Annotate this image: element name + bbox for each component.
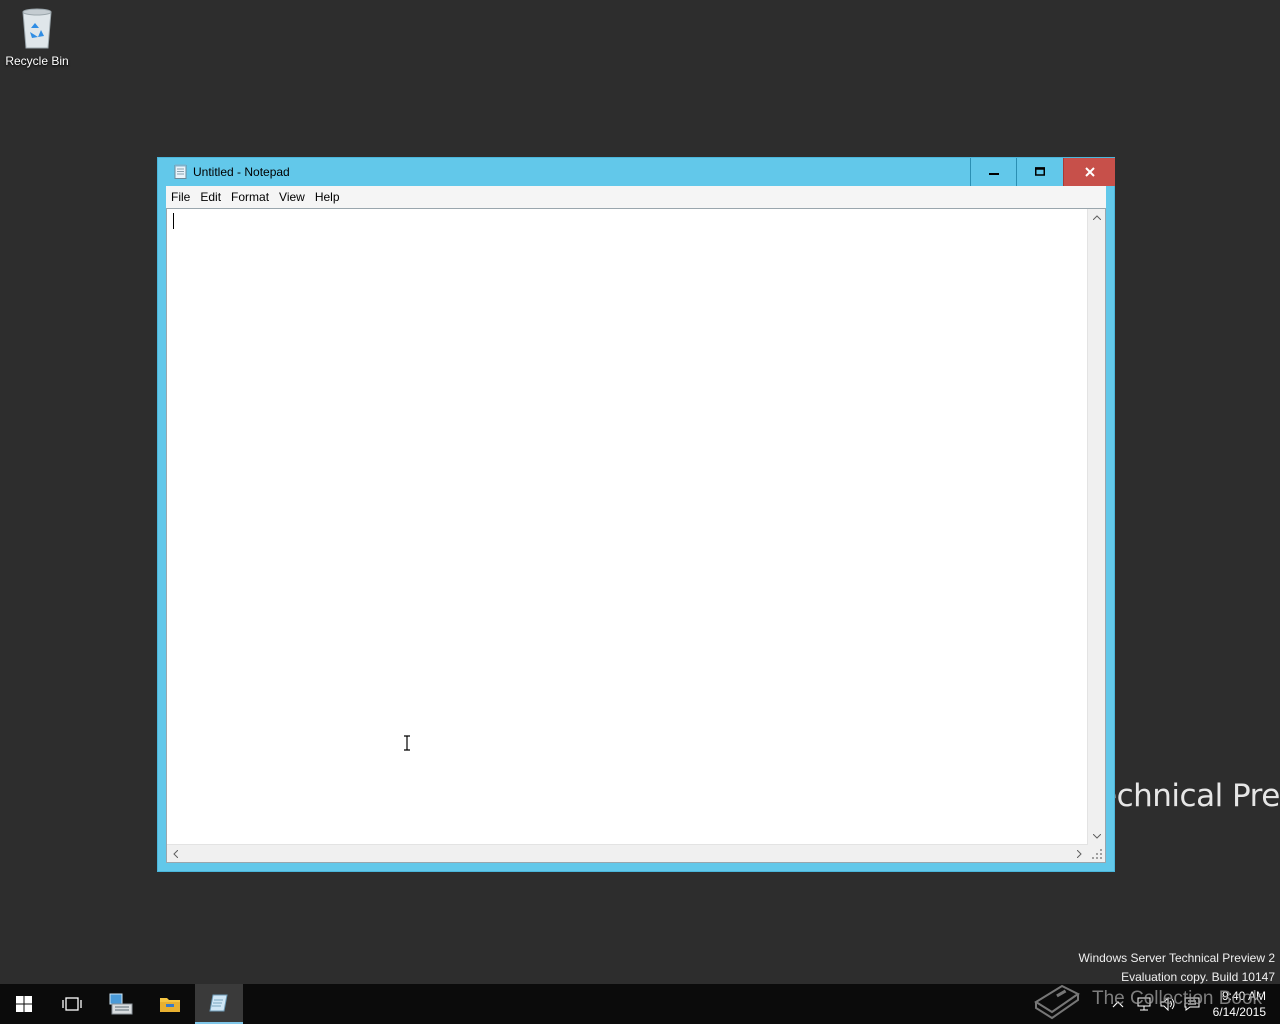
notepad-window: Untitled - Notepad File Edit Format View… <box>157 157 1115 872</box>
size-grip[interactable] <box>1088 845 1105 862</box>
taskbar: 9:40 AM 6/14/2015 <box>0 984 1280 1024</box>
server-manager-button[interactable] <box>97 984 145 1024</box>
notepad-taskbar-button[interactable] <box>195 984 243 1024</box>
menu-file[interactable]: File <box>166 186 195 208</box>
menu-view[interactable]: View <box>274 186 310 208</box>
folder-icon <box>160 998 180 1012</box>
scroll-down-button[interactable] <box>1088 828 1105 845</box>
chevron-up-icon <box>1092 215 1101 220</box>
watermark-line-1: Windows Server Technical Preview 2 <box>1078 951 1275 965</box>
book-watermark-text: The Collection Book <box>1092 988 1263 1009</box>
server-manager-icon <box>109 993 133 1015</box>
close-button[interactable] <box>1063 158 1115 186</box>
start-button[interactable] <box>0 984 48 1024</box>
menu-edit[interactable]: Edit <box>195 186 226 208</box>
window-title: Untitled - Notepad <box>193 165 290 179</box>
scroll-right-button[interactable] <box>1071 845 1088 862</box>
task-view-button[interactable] <box>48 984 96 1024</box>
os-watermark: Windows Server Technical Preview 2 Evalu… <box>1078 949 1275 987</box>
scroll-up-button[interactable] <box>1088 209 1105 226</box>
task-view-icon <box>62 997 82 1011</box>
menu-format[interactable]: Format <box>226 186 274 208</box>
notepad-app-icon[interactable] <box>174 164 187 184</box>
menu-bar: File Edit Format View Help <box>166 186 1106 208</box>
menu-help[interactable]: Help <box>310 186 345 208</box>
horizontal-scrollbar[interactable] <box>167 844 1088 862</box>
chevron-down-icon <box>1092 834 1101 839</box>
recycle-bin-label: Recycle Bin <box>5 54 69 68</box>
wallpaper-text: echnical Prev <box>1098 778 1280 814</box>
recycle-bin-icon <box>22 8 52 49</box>
desktop-icon-recycle-bin[interactable]: Recycle Bin <box>4 6 70 68</box>
text-caret <box>173 213 174 229</box>
maximize-button[interactable] <box>1016 158 1063 186</box>
text-editor[interactable] <box>166 208 1106 863</box>
minimize-icon <box>989 173 999 175</box>
windows-logo-icon <box>16 996 32 1012</box>
book-watermark-icon <box>1034 984 1080 1020</box>
file-explorer-button[interactable] <box>146 984 194 1024</box>
resize-grip-icon <box>1092 849 1102 859</box>
vertical-scrollbar[interactable] <box>1087 209 1105 845</box>
ibeam-cursor-icon <box>404 735 410 751</box>
scroll-left-button[interactable] <box>167 845 184 862</box>
maximize-icon <box>1035 167 1045 176</box>
minimize-button[interactable] <box>970 158 1017 186</box>
title-bar[interactable]: Untitled - Notepad <box>158 158 1115 186</box>
close-icon <box>1084 167 1095 177</box>
chevron-left-icon <box>173 849 178 858</box>
chevron-right-icon <box>1077 849 1082 858</box>
notepad-icon <box>209 994 228 1012</box>
